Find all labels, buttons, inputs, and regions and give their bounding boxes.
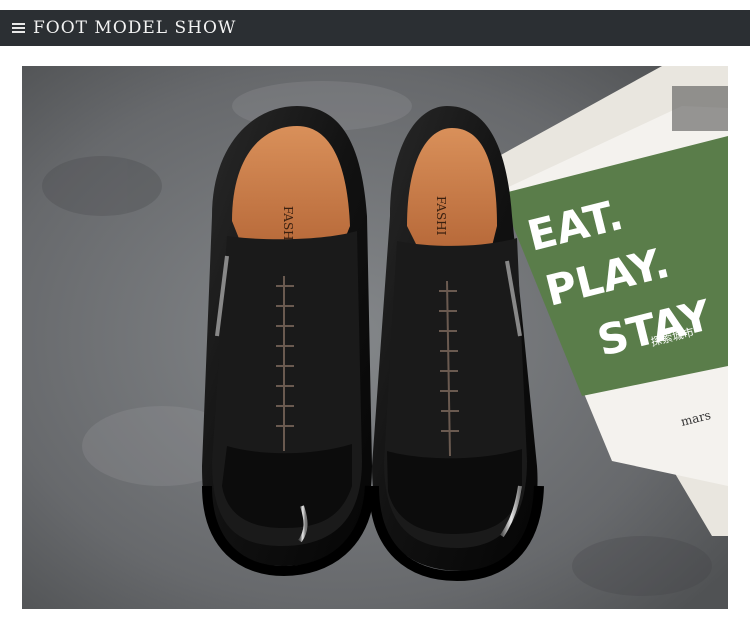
section-title: FOOT MODEL SHOW: [33, 18, 237, 38]
section-header: FOOT MODEL SHOW: [0, 10, 750, 46]
svg-text:FASHI: FASHI: [434, 196, 448, 236]
product-photo: EAT. PLAY. STAY 探索城市 mars FASHI FASHI: [22, 66, 728, 609]
menu-icon: [12, 22, 25, 34]
left-shoe: FASHI: [202, 106, 375, 577]
